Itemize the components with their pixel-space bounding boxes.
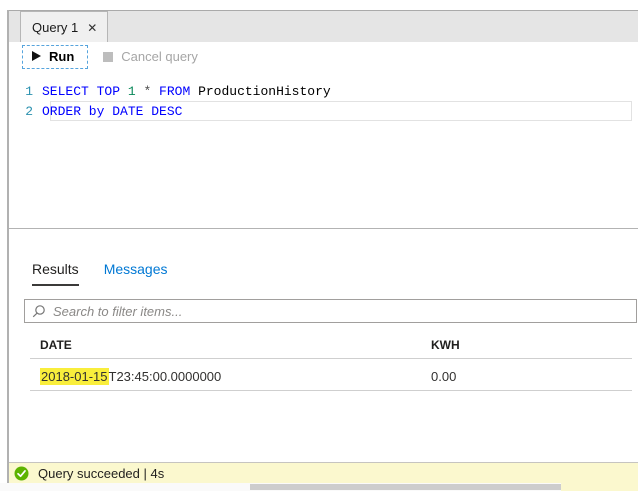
sql-number-literal: 1 [127, 83, 136, 99]
cell-date: 2018-01-15T23:45:00.0000000 [40, 367, 431, 385]
line-number: 2 [25, 103, 33, 119]
sql-keyword: SELECT TOP [42, 83, 128, 99]
sql-operator: * [135, 83, 160, 99]
line-number: 1 [25, 83, 33, 99]
code-line-1[interactable]: 1 SELECT TOP 1 * FROM ProductionHistory [9, 81, 634, 101]
search-input[interactable] [53, 303, 629, 319]
stop-icon [103, 51, 114, 62]
filter-search-box[interactable] [24, 299, 637, 323]
play-icon [32, 51, 41, 61]
close-icon[interactable]: ✕ [87, 22, 97, 34]
table-header-row: DATE KWH [40, 338, 630, 352]
cell-kwh: 0.00 [431, 368, 457, 384]
success-check-icon [14, 466, 29, 481]
tab-title: Query 1 [32, 20, 79, 35]
table-divider [30, 358, 632, 359]
status-message: Query succeeded | 4s [38, 465, 165, 481]
run-button-label: Run [49, 48, 75, 64]
sql-editor[interactable]: 1 SELECT TOP 1 * FROM ProductionHistory … [9, 71, 638, 228]
cancel-query-button[interactable]: Cancel query [103, 49, 198, 64]
query-editor-window: Query 1 ✕ Run Cancel query 1 SELECT TOP … [0, 0, 638, 491]
sql-keyword: FROM [159, 83, 199, 99]
table-divider [30, 390, 632, 391]
code-line-2[interactable]: 2 ORDER by DATE DESC [9, 101, 634, 121]
sql-keyword: ORDER by DATE DESC [42, 103, 183, 119]
tab-messages[interactable]: Messages [104, 261, 168, 286]
column-header-kwh[interactable]: KWH [431, 338, 460, 352]
results-panel: Results Messages DATE KWH 2018-01-15T23:… [9, 229, 638, 462]
results-tab-row: Results Messages [32, 261, 168, 286]
column-header-date[interactable]: DATE [40, 338, 431, 352]
cancel-query-label: Cancel query [121, 49, 198, 64]
search-icon [32, 304, 46, 318]
table-row[interactable]: 2018-01-15T23:45:00.0000000 0.00 [40, 366, 630, 386]
horizontal-scrollbar-thumb[interactable] [250, 484, 561, 490]
cell-date-rest: T23:45:00.0000000 [108, 368, 222, 384]
sql-identifier: ProductionHistory [198, 83, 331, 99]
run-button[interactable]: Run [22, 44, 89, 69]
tab-results[interactable]: Results [32, 261, 79, 286]
query-toolbar: Run Cancel query [9, 42, 638, 71]
search-highlight: 2018-01-15 [40, 367, 109, 385]
tab-bar: Query 1 ✕ [9, 10, 638, 43]
tab-query-1[interactable]: Query 1 ✕ [20, 11, 109, 43]
